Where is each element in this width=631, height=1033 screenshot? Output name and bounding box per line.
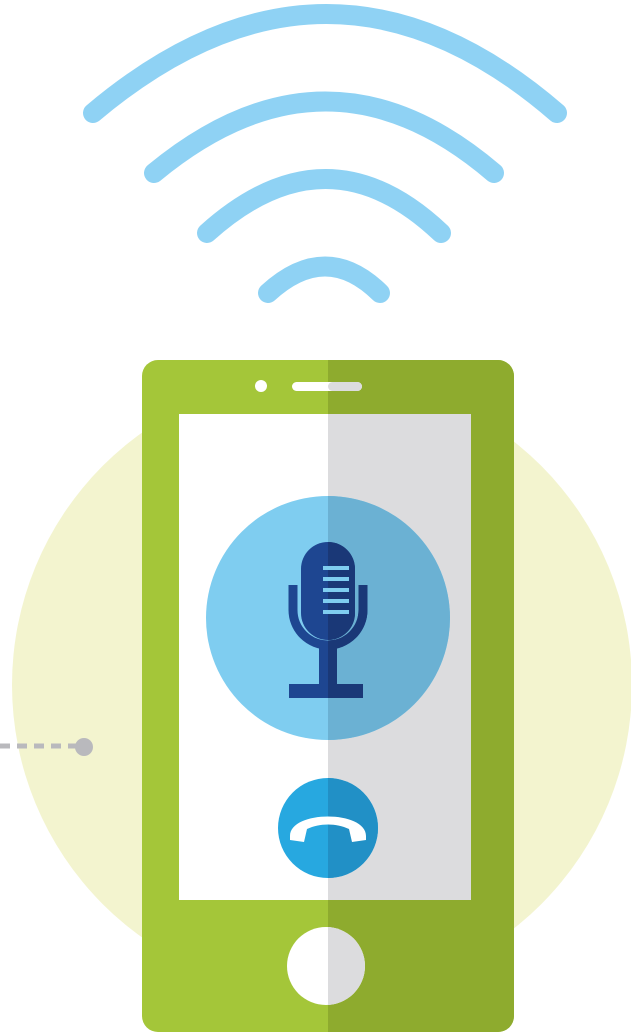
- front-camera: [255, 380, 267, 392]
- voice-call-illustration: [0, 0, 631, 1033]
- speaker-slot-shadow: [328, 382, 362, 391]
- end-call-button[interactable]: [278, 778, 378, 878]
- illustration-canvas: [0, 4, 631, 1032]
- wifi-signal-icon: [83, 4, 567, 303]
- signal-arc-3: [197, 169, 451, 243]
- signal-arc-4: [258, 256, 390, 303]
- signal-arc-2: [144, 91, 504, 183]
- home-button[interactable]: [287, 927, 365, 1005]
- smartphone: [142, 360, 514, 1032]
- connector-dot: [75, 738, 93, 756]
